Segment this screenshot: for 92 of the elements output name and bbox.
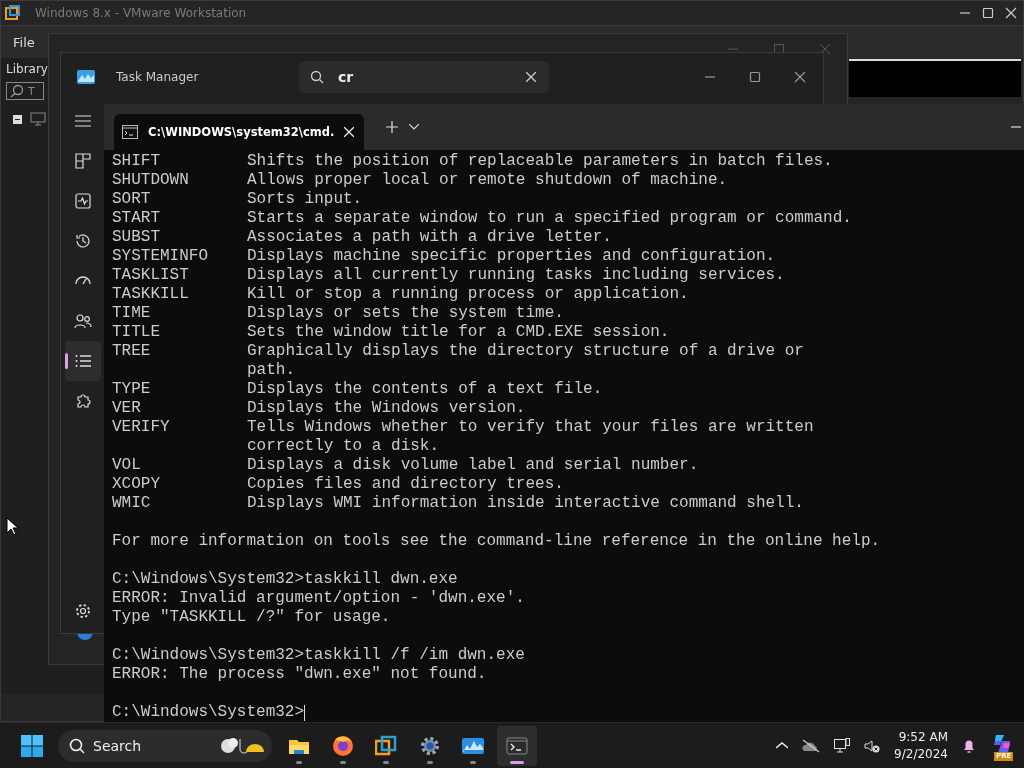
command-description: Displays a disk volume label and serial number. [247, 456, 699, 475]
command-name: TASKLIST [112, 266, 190, 285]
nav-item[interactable] [65, 341, 101, 381]
users-icon [74, 312, 92, 330]
command-name: VOL [112, 456, 142, 475]
grid-icon [74, 152, 92, 170]
command-name: SHUTDOWN [112, 171, 190, 190]
command-description: Shifts the position of replaceable parameters in batch files. [247, 152, 833, 171]
close-button[interactable] [794, 71, 806, 83]
command-description: Copies files and directory trees. [247, 475, 564, 494]
clock-date: 9/2/2024 [894, 745, 948, 763]
text-cursor [304, 704, 306, 721]
window-title: Windows 8.x - VMware Workstation [35, 6, 247, 20]
close-button[interactable] [1005, 7, 1017, 19]
command-description: Tells Windows whether to verify that your files are written [247, 418, 814, 437]
close-icon [819, 43, 831, 55]
command-name: SYSTEMINFO [112, 247, 209, 266]
new-tab-button[interactable] [386, 121, 399, 133]
command-description: Allows proper local or remote shutdown of machine. [247, 171, 728, 190]
terminal-icon [122, 125, 138, 139]
history-icon [74, 232, 92, 250]
terminal-icon [505, 734, 528, 757]
output-line: C:\Windows\System32>taskkill /f /im dwn.exe [112, 646, 525, 665]
search-field[interactable]: Search [58, 729, 272, 762]
start-button[interactable] [21, 734, 43, 757]
command-name: SORT [112, 190, 152, 209]
search-icon [10, 84, 24, 98]
collapse-icon[interactable] [13, 114, 22, 124]
search-field[interactable]: cr [299, 61, 549, 93]
command-description: Starts a separate window to run a specified program or command. [247, 209, 852, 228]
command-description: Displays all currently running tasks including services. [247, 266, 785, 285]
command-name: TASKKILL [112, 285, 190, 304]
panel-title: Library [6, 62, 49, 76]
command-name: VER [112, 399, 142, 418]
command-description: Displays machine specific properties and configuration. [247, 247, 776, 266]
output-line: ERROR: The process "dwn.exe" not found. [112, 665, 487, 684]
menu-item[interactable]: File [13, 34, 35, 50]
cloud-off-icon[interactable] [802, 738, 821, 753]
mouse-pointer-icon [6, 517, 18, 536]
dropdown-button[interactable] [409, 124, 420, 130]
clock[interactable]: 9:52 AM 9/2/2024 [894, 728, 948, 763]
command-name: TREE [112, 342, 152, 361]
command-description: Kill or stop a running process or application. [247, 285, 689, 304]
terminal-tab[interactable]: C:\WINDOWS\system32\cmd. [114, 114, 365, 150]
command-description: correctly to a disk. [247, 437, 440, 456]
menu-icon[interactable] [75, 115, 91, 127]
output-line: Type "TASKKILL /?" for usage. [112, 608, 391, 627]
command-description: Sorts input. [247, 190, 363, 209]
command-name: TIME [112, 304, 152, 323]
pulse-icon [74, 192, 92, 210]
command-description: path. [247, 361, 295, 380]
command-name: XCOPY [112, 475, 161, 494]
clock-time: 9:52 AM [897, 728, 948, 746]
search-field[interactable]: T [6, 82, 44, 100]
command-description: Associates a path with a drive letter. [247, 228, 612, 247]
command-name: TYPE [112, 380, 152, 399]
speaker-muted-icon[interactable] [864, 737, 881, 754]
command-name: TITLE [112, 323, 161, 342]
command-description: Displays or sets the system time. [247, 304, 564, 323]
command-prompt: C:\Windows\System32> [112, 703, 305, 722]
vm-icon [375, 734, 397, 757]
search-icon [310, 70, 324, 84]
command-name: START [112, 209, 161, 228]
command-description: Displays the contents of a text file. [247, 380, 603, 399]
command-description: Displays the Windows version. [247, 399, 526, 418]
browser-icon [331, 734, 354, 757]
command-name: VERIFY [112, 418, 171, 437]
command-name: SHIFT [112, 152, 161, 171]
settings-icon[interactable] [75, 603, 91, 619]
maximize-button[interactable] [749, 71, 761, 83]
search-icon [69, 737, 85, 754]
command-description: Displays WMI information inside interactive command shell. [247, 494, 804, 513]
output-line: For more information on tools see the command-line reference in the online help. [112, 532, 881, 551]
command-name: WMIC [112, 494, 152, 513]
taskbar-button[interactable] [496, 725, 537, 766]
list-icon [74, 352, 92, 370]
command-description: Sets the window title for a CMD.EXE session. [247, 323, 670, 342]
network-icon[interactable] [834, 737, 851, 754]
window-title: Task Manager [116, 70, 200, 84]
command-description: Graphically displays the directory structure of a drive or [247, 342, 804, 361]
task-manager-icon [77, 70, 95, 84]
settings-icon [418, 734, 441, 757]
vmware-logo-icon [5, 5, 21, 21]
output-line: C:\Windows\System32>taskkill dwn.exe [112, 570, 458, 589]
close-icon[interactable] [344, 127, 355, 137]
chevron-up-icon[interactable] [776, 742, 789, 749]
clear-icon[interactable] [526, 72, 536, 82]
maximize-button[interactable] [982, 7, 994, 19]
command-name: SUBST [112, 228, 161, 247]
monitor-icon [30, 112, 46, 126]
puzzle-icon [74, 392, 92, 410]
output-line: ERROR: Invalid argument/option - 'dwn.exe'. [112, 589, 525, 608]
